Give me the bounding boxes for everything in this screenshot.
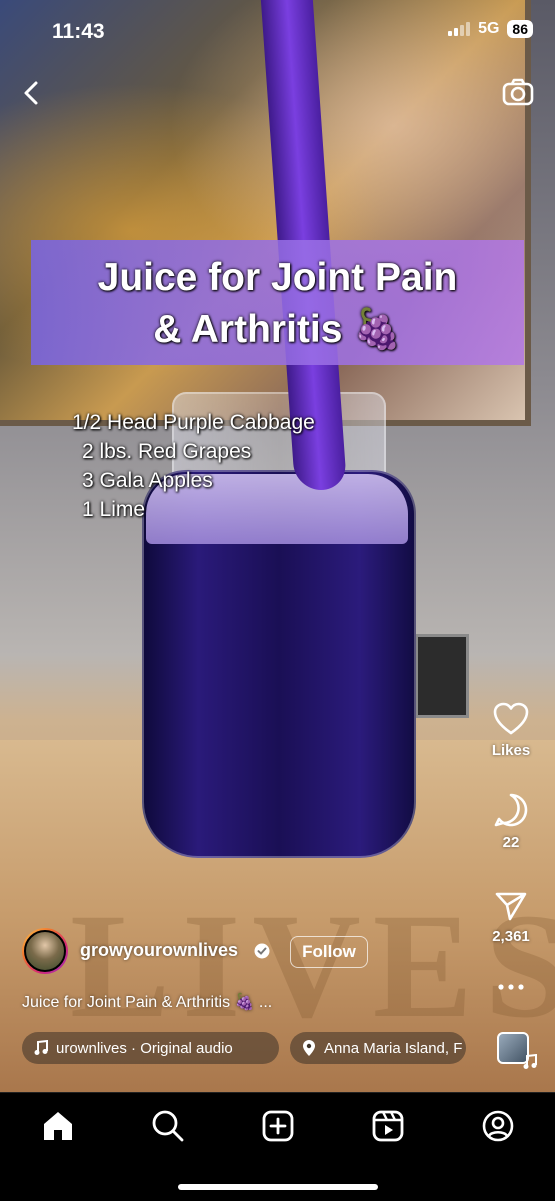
ingredient-item: 1 Lime	[82, 498, 146, 521]
home-indicator	[178, 1184, 378, 1190]
nav-home[interactable]	[41, 1109, 75, 1143]
profile-icon	[482, 1110, 514, 1142]
location-pill[interactable]: Anna Maria Island, F	[290, 1032, 466, 1064]
back-button[interactable]	[18, 78, 46, 108]
avatar[interactable]	[22, 928, 68, 974]
nav-create[interactable]	[261, 1109, 295, 1143]
location-label: Anna Maria Island, F	[324, 1039, 463, 1057]
camera-icon	[502, 78, 534, 106]
share-icon	[495, 892, 527, 921]
like-button[interactable]: Likes	[481, 702, 541, 759]
ingredient-item: 3 Gala Apples	[82, 469, 213, 492]
likes-label: Likes	[491, 742, 531, 759]
more-button[interactable]	[481, 982, 541, 998]
ingredient-item: 2 lbs. Red Grapes	[82, 440, 252, 463]
title-overlay: Juice for Joint Pain & Arthritis 🍇	[31, 240, 524, 365]
reel-video[interactable]: LIVES	[0, 0, 555, 1092]
nav-reels[interactable]	[371, 1109, 405, 1143]
wall-outlet	[415, 634, 469, 718]
signal-icon	[448, 22, 471, 36]
nav-search[interactable]	[151, 1109, 185, 1143]
music-note-icon	[523, 1054, 537, 1069]
follow-button[interactable]: Follow	[290, 936, 368, 968]
caption[interactable]: Juice for Joint Pain & Arthritis 🍇 ...	[22, 992, 272, 1012]
comment-icon	[494, 793, 528, 827]
comments-count: 22	[502, 834, 520, 851]
ingredient-item: 1/2 Head Purple Cabbage	[72, 411, 315, 434]
shares-count: 2,361	[492, 928, 530, 945]
reels-icon	[372, 1110, 404, 1142]
title-text: Juice for Joint Pain & Arthritis 🍇	[97, 256, 458, 351]
create-icon	[262, 1110, 294, 1142]
network-type: 5G	[478, 20, 500, 37]
status-indicators: 5G 86	[448, 20, 533, 38]
location-pin-icon	[303, 1040, 315, 1056]
audio-pill[interactable]: urownlives · Original audio	[22, 1032, 279, 1064]
ingredients-list: 1/2 Head Purple Cabbage 2 lbs. Red Grape…	[72, 408, 315, 524]
nav-profile[interactable]	[481, 1109, 515, 1143]
audio-label: urownlives · Original audio	[56, 1039, 233, 1057]
camera-button[interactable]	[501, 76, 535, 108]
username[interactable]: growyourownlives	[80, 940, 238, 961]
verified-icon	[254, 943, 270, 959]
more-icon	[498, 984, 524, 990]
status-time: 11:43	[52, 20, 105, 43]
comment-button[interactable]: 22	[481, 792, 541, 851]
battery-icon: 86	[507, 20, 533, 38]
home-icon	[44, 1112, 72, 1140]
heart-icon	[493, 702, 529, 735]
search-icon	[152, 1110, 184, 1142]
back-icon	[24, 81, 38, 105]
music-note-icon	[34, 1040, 48, 1055]
share-button[interactable]: 2,361	[481, 890, 541, 945]
